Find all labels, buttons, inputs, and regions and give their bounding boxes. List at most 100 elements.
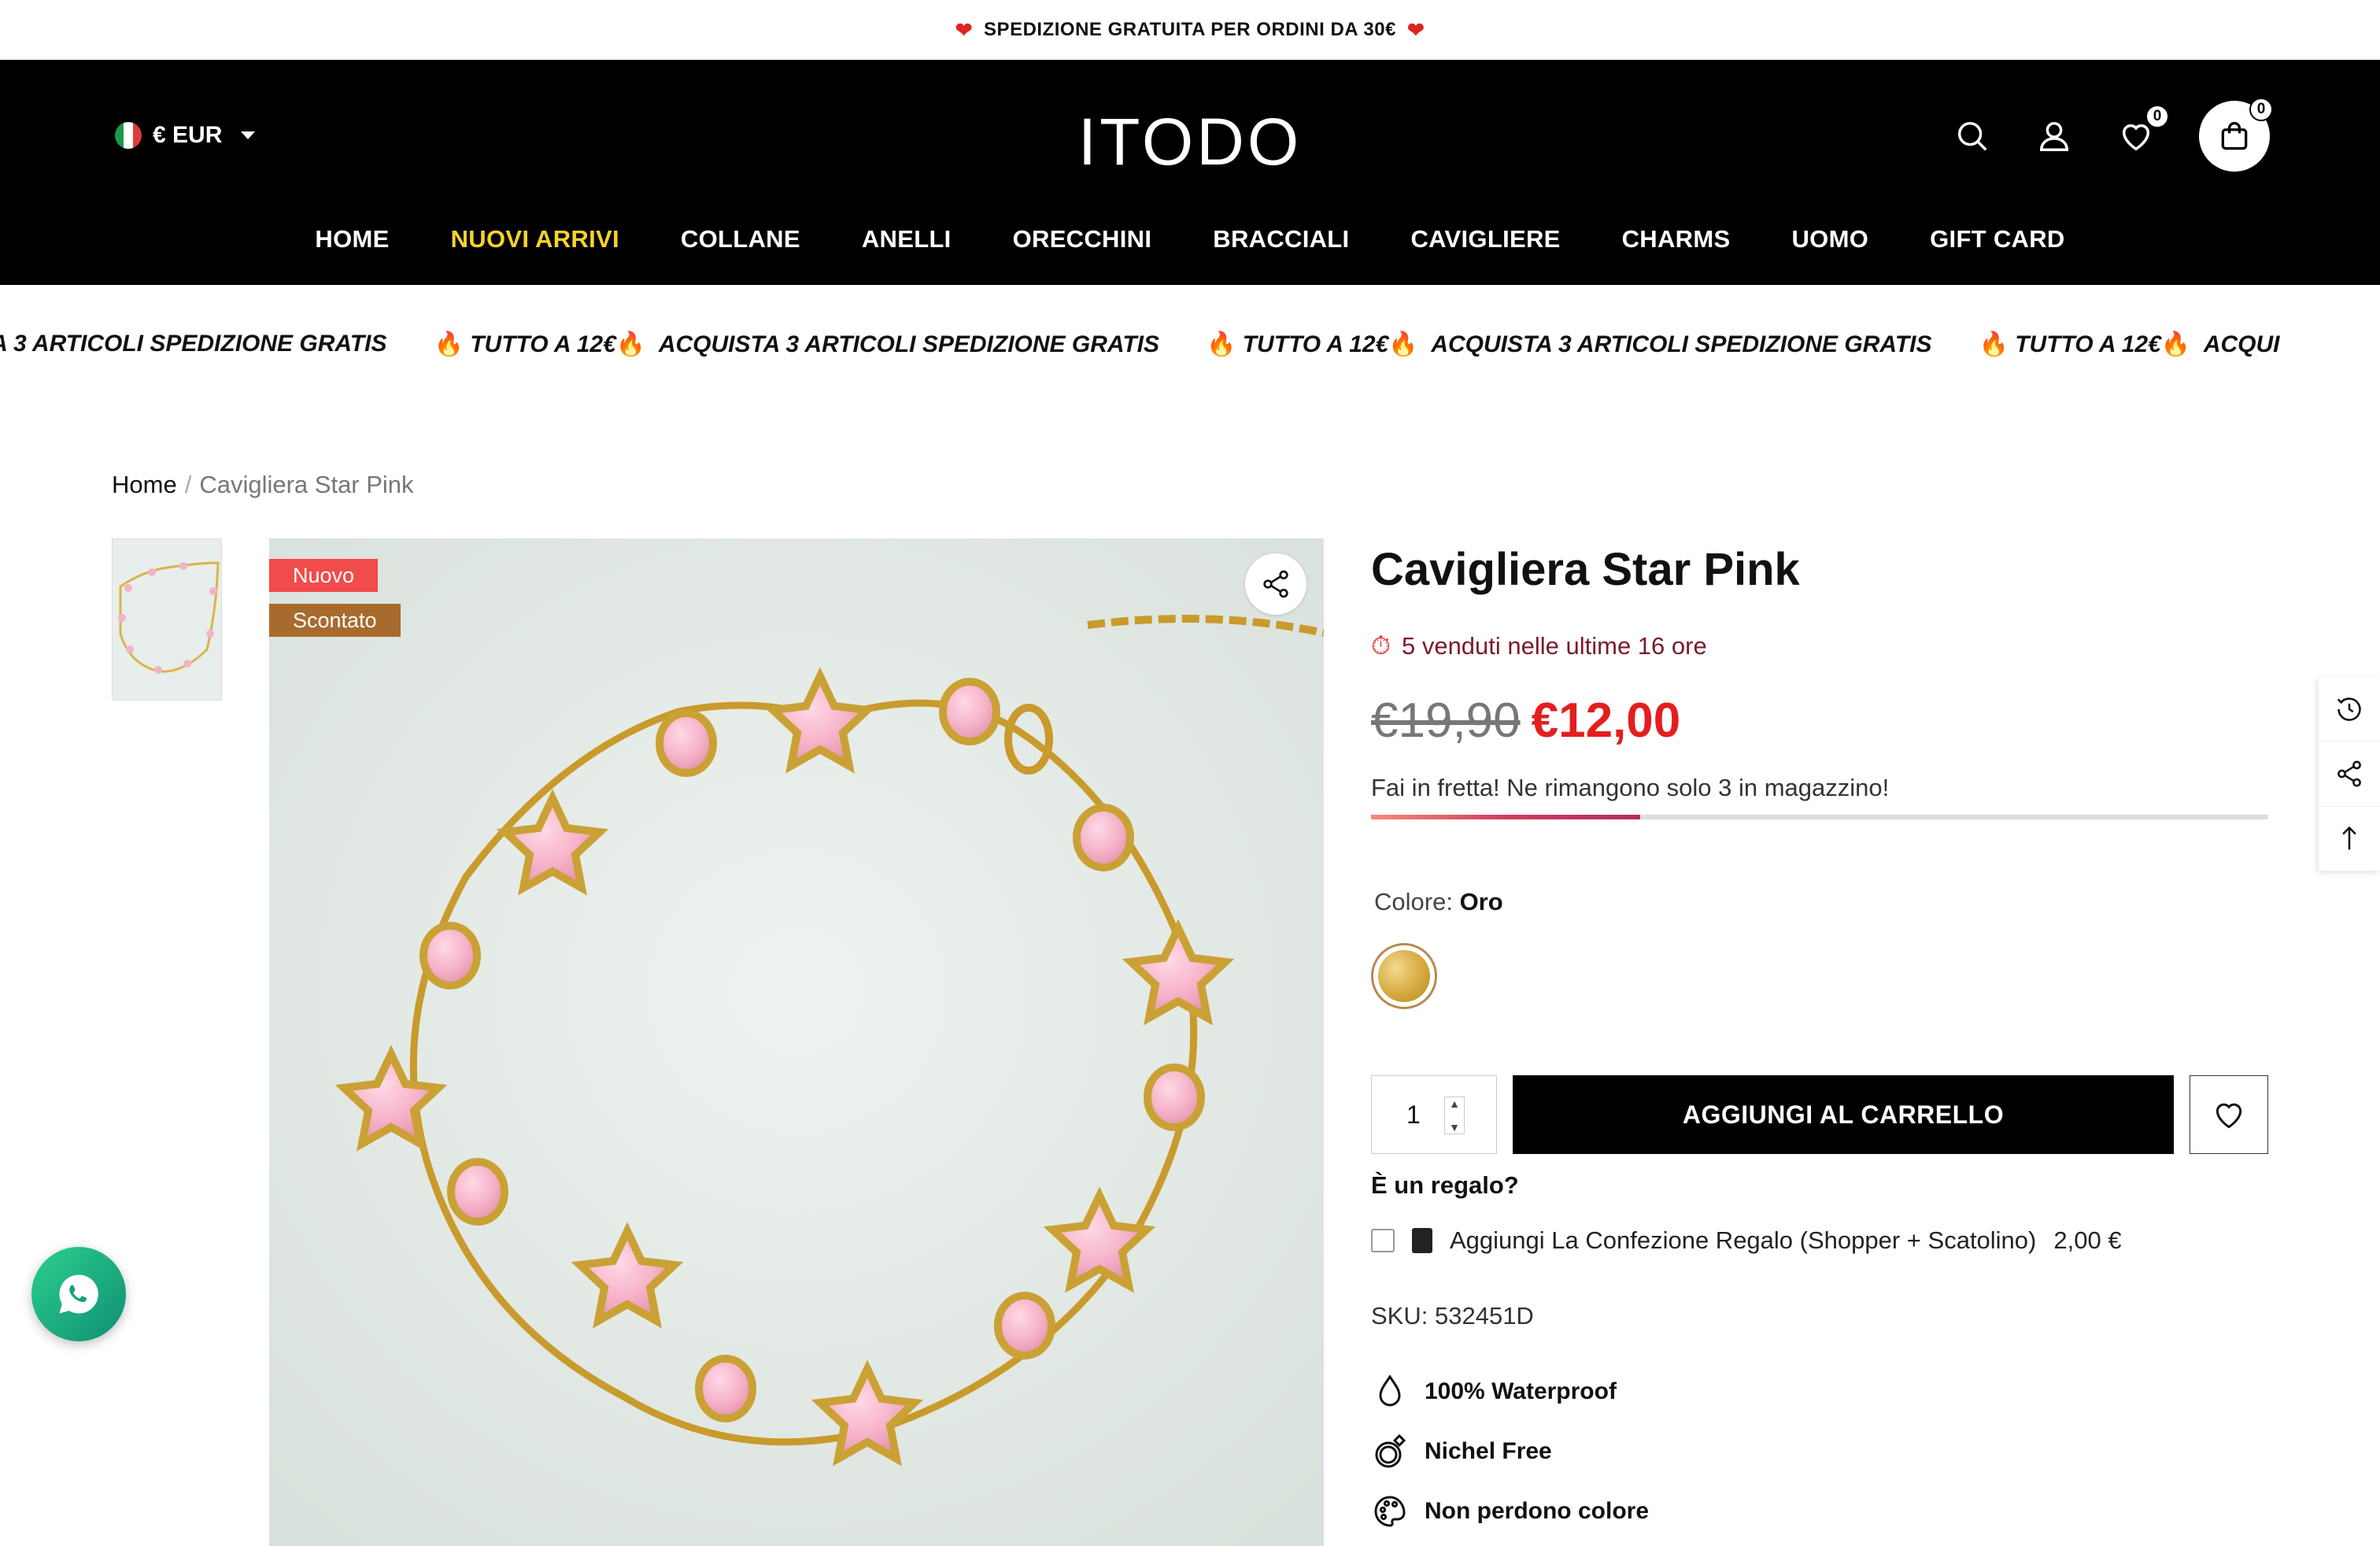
- share-icon: [1263, 570, 1288, 598]
- recently-viewed-button[interactable]: [2319, 677, 2380, 742]
- breadcrumb-separator: /: [184, 471, 192, 498]
- add-to-wishlist-button[interactable]: [2190, 1075, 2268, 1154]
- price-block: €19,90 €12,00: [1371, 693, 1680, 749]
- sale-badge: Scontato: [269, 604, 401, 637]
- feature-label: Non perdono colore: [1425, 1498, 1649, 1524]
- wishlist-count-badge: 0: [2145, 105, 2169, 128]
- marquee-item: 🔥 TUTTO A 12€🔥 ACQUISTA 3 ARTICOLI SPEDI…: [1207, 331, 1932, 358]
- product-features: 100% Waterproof Nichel Free Non perdono …: [1371, 1373, 1649, 1530]
- back-to-top-button[interactable]: [2319, 807, 2380, 871]
- arrow-up-icon: [2342, 827, 2356, 850]
- heart-emoji-icon: ❤: [1406, 17, 1425, 42]
- promo-marquee: STA 3 ARTICOLI SPEDIZIONE GRATIS 🔥 TUTTO…: [0, 285, 2380, 411]
- bag-icon: [2221, 121, 2248, 150]
- feature-color-fast: Non perdono colore: [1371, 1492, 1649, 1530]
- quantity-value: 1: [1406, 1100, 1421, 1129]
- whatsapp-icon: [59, 1274, 98, 1314]
- ring-icon: [1375, 1433, 1406, 1468]
- sku-label: SKU:: [1371, 1302, 1428, 1330]
- floating-side-toolbar: [2319, 677, 2380, 871]
- side-share-button[interactable]: [2319, 742, 2380, 807]
- breadcrumb: Home / Cavigliera Star Pink: [112, 471, 414, 499]
- nav-item-home[interactable]: HOME: [315, 225, 389, 253]
- fire-icon: 🔥: [1979, 331, 2009, 357]
- cart-button[interactable]: 0: [2199, 98, 2273, 172]
- sale-price: €12,00: [1531, 693, 1681, 748]
- stopwatch-icon: ⏱: [1371, 631, 1391, 660]
- sold-recently-notice: ⏱ 5 venduti nelle ultime 16 ore: [1371, 631, 1707, 661]
- product-main-image[interactable]: [269, 538, 1324, 1546]
- stock-warning: Fai in fretta! Ne rimangono solo 3 in ma…: [1371, 774, 1890, 801]
- marquee-text: STA 3 ARTICOLI SPEDIZIONE GRATIS: [0, 331, 387, 357]
- marquee-text: ACQUISTA 3 ARTICOLI SPEDIZIONE GRATIS: [658, 331, 1159, 357]
- gift-option-row: Aggiungi La Confezione Regalo (Shopper +…: [1371, 1226, 2122, 1255]
- fire-icon: 🔥: [2160, 331, 2191, 357]
- color-label: Colore: Oro: [1374, 888, 1503, 916]
- sku-value: 532451D: [1434, 1302, 1534, 1330]
- share-button[interactable]: [1245, 553, 1306, 615]
- announcement-text: SPEDIZIONE GRATUITA PER ORDINI DA 30€: [984, 19, 1396, 40]
- header-actions: 0 0: [1953, 98, 2273, 172]
- palette-icon: [1374, 1496, 1406, 1527]
- feature-label: 100% Waterproof: [1425, 1378, 1617, 1404]
- bracelet-illustration: [269, 538, 1324, 1546]
- feature-nichel-free: Nichel Free: [1371, 1433, 1649, 1470]
- user-icon[interactable]: [2035, 117, 2073, 155]
- thumbnail-image: [113, 539, 221, 700]
- whatsapp-chat-button[interactable]: [31, 1247, 126, 1341]
- new-badge: Nuovo: [269, 559, 379, 592]
- fire-icon: 🔥: [434, 331, 464, 357]
- gift-checkbox[interactable]: [1371, 1229, 1395, 1252]
- color-value: Oro: [1459, 888, 1503, 915]
- nav-item-collane[interactable]: COLLANE: [681, 225, 800, 253]
- search-icon[interactable]: [1953, 117, 1991, 155]
- nav-item-charms[interactable]: CHARMS: [1622, 225, 1731, 253]
- nav-item-orecchini[interactable]: ORECCHINI: [1013, 225, 1152, 253]
- feature-label: Nichel Free: [1425, 1438, 1552, 1464]
- gift-box-icon: [1412, 1228, 1432, 1253]
- wishlist-button[interactable]: 0: [2117, 105, 2169, 155]
- quantity-arrows[interactable]: ▲ ▼: [1444, 1097, 1465, 1134]
- gift-option-price: 2,00 €: [2053, 1226, 2122, 1254]
- gold-swatch-fill: [1378, 950, 1430, 1002]
- marquee-text: ACQUI: [2203, 331, 2280, 357]
- marquee-text: TUTTO A 12€: [470, 331, 616, 357]
- chevron-up-icon[interactable]: ▲: [1449, 1097, 1460, 1110]
- color-label-text: Colore:: [1374, 888, 1453, 915]
- promo-marquee-track: STA 3 ARTICOLI SPEDIZIONE GRATIS 🔥 TUTTO…: [0, 331, 2280, 358]
- color-swatch-oro[interactable]: [1371, 943, 1437, 1009]
- marquee-text: TUTTO A 12€: [1242, 331, 1389, 357]
- heart-emoji-icon: ❤: [955, 17, 974, 42]
- nav-item-anelli[interactable]: ANELLI: [862, 225, 952, 253]
- compare-at-price: €19,90: [1371, 693, 1521, 748]
- sku-line: SKU: 532451D: [1371, 1302, 1534, 1330]
- site-header: € EUR ITODO 0 0 HOME NUOVI ARRIVI COLLAN…: [0, 60, 2380, 285]
- announcement-bar: ❤ SPEDIZIONE GRATUITA PER ORDINI DA 30€ …: [0, 0, 2380, 60]
- share-icon: [2338, 760, 2361, 787]
- main-nav: HOME NUOVI ARRIVI COLLANE ANELLI ORECCHI…: [0, 225, 2380, 253]
- breadcrumb-current: Cavigliera Star Pink: [199, 471, 414, 498]
- chevron-down-icon[interactable]: ▼: [1449, 1121, 1460, 1134]
- marquee-item: 🔥 TUTTO A 12€🔥 ACQUI: [1979, 331, 2280, 358]
- feature-waterproof: 100% Waterproof: [1371, 1373, 1649, 1411]
- heart-icon: [2216, 1103, 2242, 1129]
- product-thumbnail[interactable]: [112, 538, 222, 701]
- fire-icon: 🔥: [615, 331, 646, 357]
- stock-progress-bar: [1371, 815, 2268, 819]
- quantity-stepper[interactable]: 1 ▲ ▼: [1371, 1075, 1497, 1154]
- nav-item-nuovi-arrivi[interactable]: NUOVI ARRIVI: [451, 225, 619, 253]
- breadcrumb-home-link[interactable]: Home: [112, 471, 177, 499]
- add-to-cart-button[interactable]: AGGIUNGI AL CARRELLO: [1513, 1075, 2174, 1154]
- nav-item-cavigliere[interactable]: CAVIGLIERE: [1410, 225, 1560, 253]
- history-icon: [2337, 697, 2361, 721]
- cart-count-badge: 0: [2249, 98, 2273, 121]
- gift-question: È un regalo?: [1371, 1171, 1519, 1199]
- product-title: Cavigliera Star Pink: [1371, 544, 1800, 595]
- stock-progress-fill: [1371, 815, 1640, 819]
- nav-item-uomo[interactable]: UOMO: [1791, 225, 1868, 253]
- nav-item-bracciali[interactable]: BRACCIALI: [1213, 225, 1349, 253]
- marquee-text: ACQUISTA 3 ARTICOLI SPEDIZIONE GRATIS: [1431, 331, 1932, 357]
- nav-item-gift-card[interactable]: GIFT CARD: [1930, 225, 2064, 253]
- sold-recently-text: 5 venduti nelle ultime 16 ore: [1401, 632, 1707, 660]
- marquee-text: TUTTO A 12€: [2015, 331, 2161, 357]
